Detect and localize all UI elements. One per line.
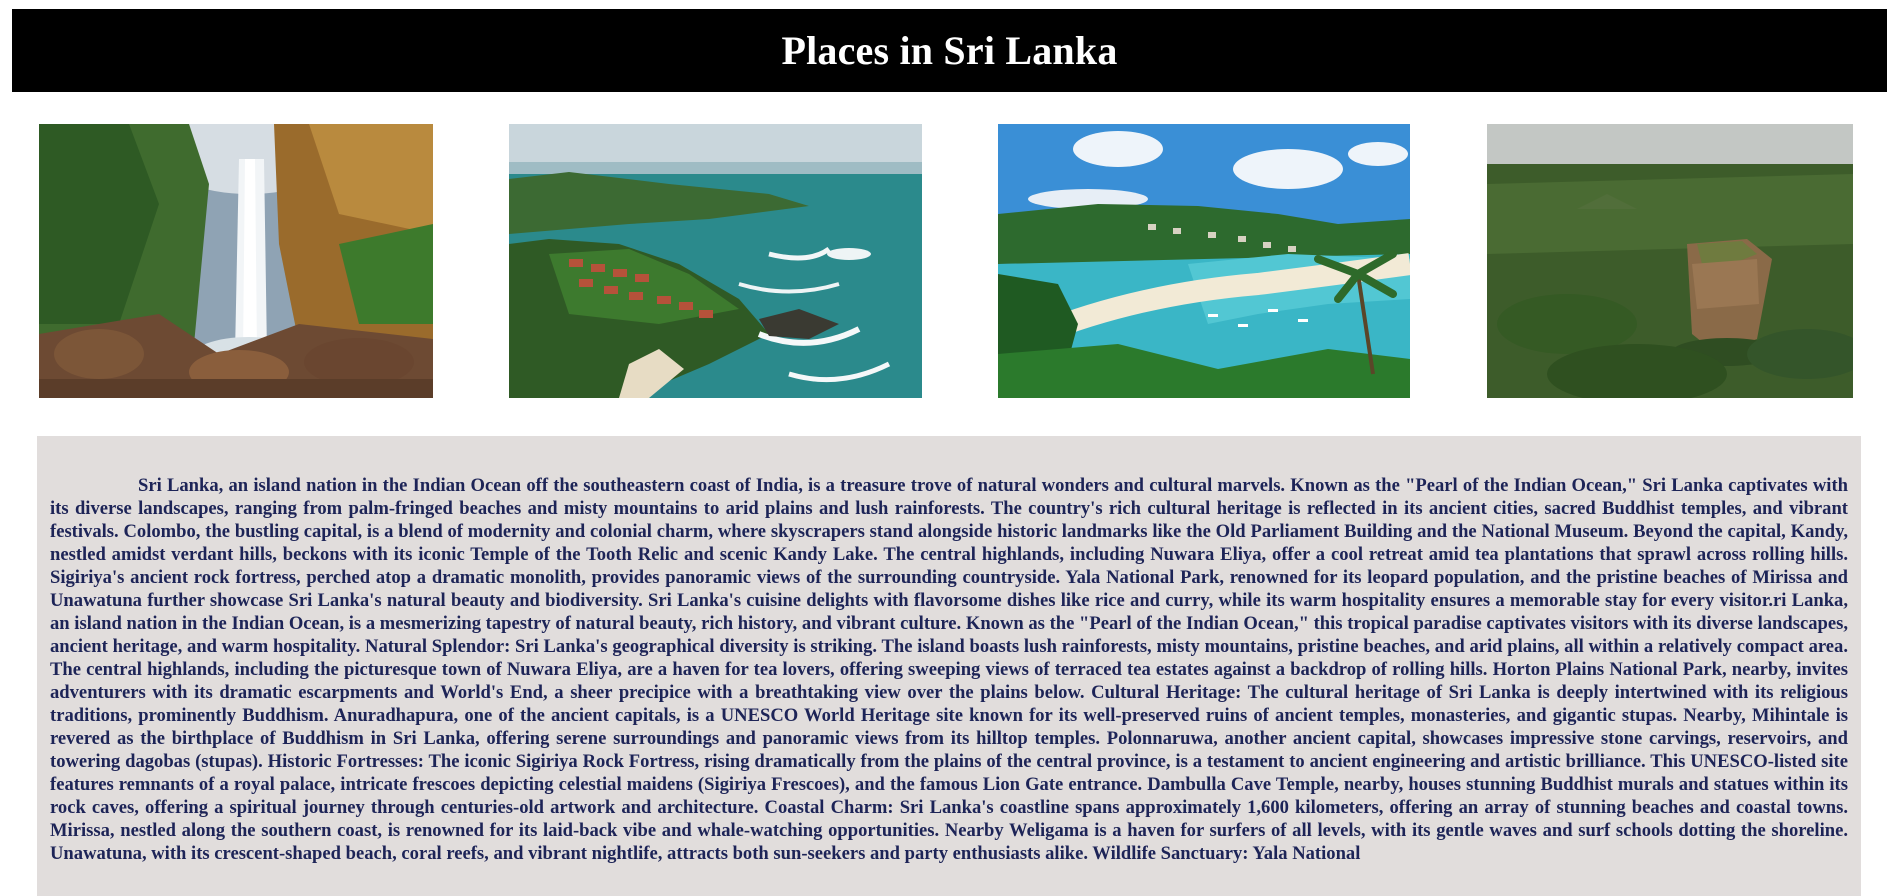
- article-paragraph: Sri Lanka, an island nation in the India…: [50, 475, 1848, 864]
- page-header: Places in Sri Lanka: [12, 9, 1887, 92]
- sigiriya-rock-image: [1487, 124, 1853, 398]
- coastal-peninsula-image: [509, 124, 922, 398]
- article-box: Sri Lanka, an island nation in the India…: [37, 436, 1861, 896]
- waterfall-image: [39, 124, 433, 398]
- page-title: Places in Sri Lanka: [781, 28, 1118, 73]
- beach-bay-image: [998, 124, 1410, 398]
